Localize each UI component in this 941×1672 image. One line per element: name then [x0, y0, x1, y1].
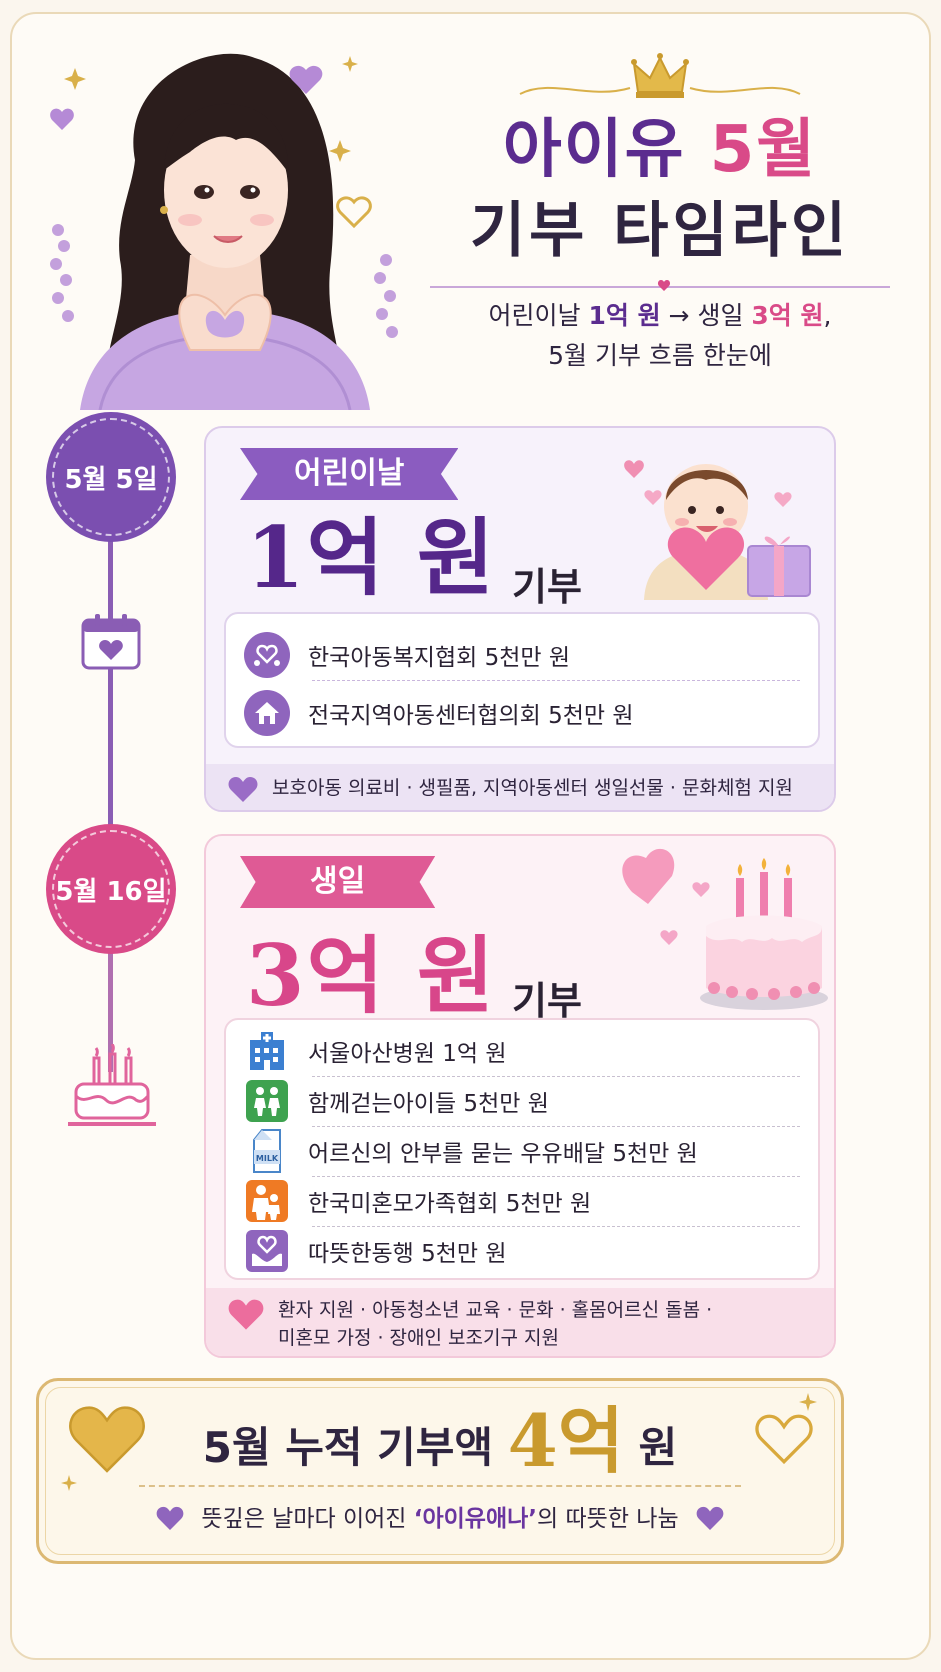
caption-text: 뜻깊은 날마다 이어진: [201, 1506, 407, 1532]
header: 아이유 5월 기부 타임라인 어린이날 1억 원 → 생일 3억 원, 5월 기…: [420, 48, 900, 376]
heart-icon: [156, 1506, 184, 1530]
list-item-text: 함께걷는아이들 5천만 원: [308, 1091, 549, 1117]
subtitle-part: 어린이날: [488, 301, 581, 330]
walking-children-icon: [244, 1078, 290, 1124]
donation-suffix: 기부: [512, 565, 582, 609]
list-item: 함께걷는아이들 5천만 원: [244, 1078, 800, 1124]
list-item: 한국아동복지협회 5천만 원: [244, 632, 800, 678]
milk-label: MILK: [256, 1154, 279, 1163]
list-item: 전국지역아동센터협의회 5천만 원: [244, 690, 800, 736]
subtitle-line2: 5월 기부 흐름 한눈에: [548, 341, 772, 370]
list-item-text: 서울아산병원 1억 원: [308, 1041, 507, 1067]
ribbon-label: 어린이날: [240, 448, 459, 500]
portrait-illustration: [50, 53, 398, 410]
page-title: 아이유 5월: [420, 108, 900, 192]
total-donation-box: 5월 누적 기부액 4억 원 뜻깊은 날마다 이어진 ‘아이유애나’의 따뜻한 …: [36, 1378, 844, 1564]
hospital-icon: [244, 1028, 290, 1074]
caption-text: 의 따뜻한 나눔: [537, 1506, 679, 1532]
timeline-card-birthday: 생일 3억 원 기부 서울아산병원 1억 원 함께걷는아이들 5천만 원 MIL…: [204, 834, 836, 1358]
title-month: 5월: [709, 113, 818, 187]
cake-outline-icon: [68, 1044, 156, 1126]
list-item-text: 한국미혼모가족협회 5천만 원: [308, 1191, 592, 1217]
date-label: 5월 5일: [64, 464, 158, 495]
usage-note: 보호아동 의료비 · 생필품, 지역아동센터 생일선물 · 문화체험 지원: [206, 764, 834, 810]
total-unit: 원: [638, 1423, 678, 1472]
subtitle-amount-1: 1억 원: [588, 301, 661, 330]
list-item: MILK 어르신의 안부를 묻는 우유배달 5천만 원: [244, 1128, 800, 1174]
list-item-text: 전국지역아동센터협의회 5천만 원: [308, 703, 634, 729]
page-title-line2: 기부 타임라인: [469, 196, 851, 266]
house-icon: [244, 690, 290, 736]
recipient-list: 서울아산병원 1억 원 함께걷는아이들 5천만 원 MILK 어르신의 안부를 …: [224, 1018, 820, 1280]
heart-icon: [228, 1299, 264, 1330]
divider: [312, 1176, 800, 1177]
child-with-heart-illustration: [624, 460, 811, 600]
fandom-name: ‘아이유애나’: [413, 1506, 538, 1532]
divider: [312, 1126, 800, 1127]
children-heart-icon: [244, 632, 290, 678]
divider: [312, 1226, 800, 1227]
list-item: 따뜻한동행 5천만 원: [244, 1228, 800, 1274]
date-label: 5월 16일: [55, 876, 167, 907]
hands-heart-icon: [244, 1228, 290, 1274]
divider: [312, 680, 800, 681]
list-item: 한국미혼모가족협회 5천만 원: [244, 1178, 800, 1224]
subtitle-part: → 생일: [668, 301, 744, 330]
timeline-card-childrens-day: 어린이날 1억 원 기부 한국아동복지협회 5천만 원 전국지역아동센터협의회 …: [204, 426, 836, 812]
title-name: 아이유: [502, 113, 686, 187]
divider-heart-icon: [657, 280, 671, 291]
crown-ornament: [519, 53, 801, 98]
total-amount: 4억: [507, 1398, 624, 1483]
timeline-line: [108, 540, 113, 830]
subtitle-amount-2: 3억 원: [751, 301, 824, 330]
date-badge-may-16: 5월 16일: [46, 824, 176, 954]
usage-note: 환자 지원 · 아동청소년 교육 · 문화 · 홀몸어르신 돌봄 · 미혼모 가…: [206, 1288, 834, 1356]
heart-icon: [228, 777, 258, 802]
date-badge-may-5: 5월 5일: [46, 412, 176, 542]
recipient-list: 한국아동복지협회 5천만 원 전국지역아동센터협의회 5천만 원: [224, 612, 820, 748]
list-item: 서울아산병원 1억 원: [244, 1028, 800, 1074]
heart-icon: [696, 1506, 724, 1530]
list-item-text: 어르신의 안부를 묻는 우유배달 5천만 원: [308, 1141, 698, 1167]
donation-amount: 3억 원: [246, 926, 497, 1025]
milk-carton-icon: MILK: [244, 1128, 290, 1174]
total-caption: 뜻깊은 날마다 이어진 ‘아이유애나’의 따뜻한 나눔: [39, 1499, 841, 1539]
subtitle-part: ,: [823, 301, 832, 330]
list-item-text: 한국아동복지협회 5천만 원: [308, 645, 571, 671]
divider: [312, 1076, 800, 1077]
total-label: 5월 누적 기부액: [202, 1423, 494, 1472]
birthday-cake-illustration: [622, 848, 828, 1010]
donation-suffix: 기부: [512, 979, 582, 1023]
donation-amount: 1억 원: [246, 508, 497, 607]
usage-note-text: 환자 지원 · 아동청소년 교육 · 문화 · 홀몸어르신 돌봄 ·: [278, 1299, 713, 1321]
title-divider: [430, 276, 890, 296]
usage-note-text: 미혼모 가정 · 장애인 보조기구 지원: [278, 1327, 559, 1349]
ribbon-label: 생일: [240, 856, 436, 908]
list-item-text: 따뜻한동행 5천만 원: [308, 1241, 507, 1267]
calendar-icon: [81, 614, 141, 670]
subtitle: 어린이날 1억 원 → 생일 3억 원,: [420, 296, 900, 336]
family-icon: [244, 1178, 290, 1224]
usage-note-text: 보호아동 의료비 · 생필품, 지역아동센터 생일선물 · 문화체험 지원: [272, 777, 793, 799]
divider: [139, 1485, 741, 1487]
total-amount-line: 5월 누적 기부액 4억 원: [39, 1401, 841, 1488]
